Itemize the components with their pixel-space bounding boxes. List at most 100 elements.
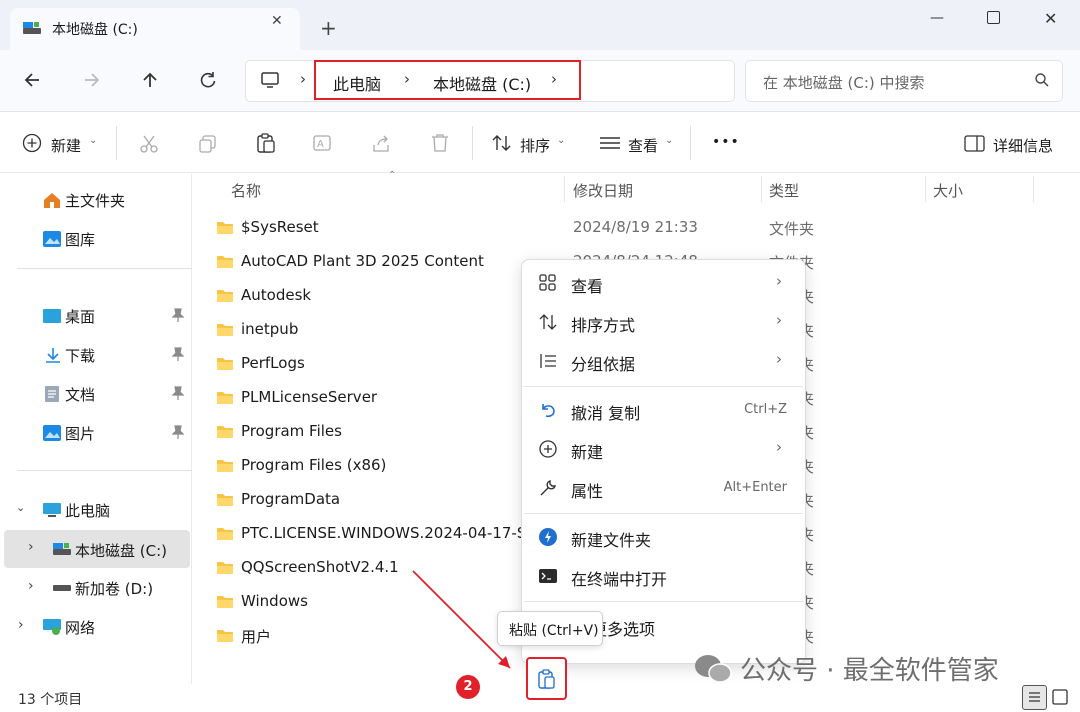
column-divider[interactable] (761, 176, 762, 202)
undo-icon (538, 400, 558, 420)
folder-icon (216, 356, 234, 371)
column-header-name[interactable]: 名称 (231, 180, 261, 201)
new-tab-button[interactable]: + (320, 16, 337, 40)
pin-icon[interactable] (172, 347, 184, 361)
sidebar-item-label: 文档 (65, 386, 96, 404)
copy-icon[interactable] (197, 133, 219, 155)
new-icon (538, 439, 558, 459)
sidebar-item-new-volume[interactable]: › 新加卷 (D:) (0, 570, 190, 606)
column-divider[interactable] (925, 176, 926, 202)
cut-icon[interactable] (138, 133, 160, 155)
drive-icon (52, 541, 72, 557)
watermark-text: 公众号 · 最全软件管家 (740, 656, 999, 686)
sidebar-item-documents[interactable]: 文档 (0, 376, 190, 412)
chevron-right-icon[interactable]: › (28, 578, 34, 594)
chevron-down-icon[interactable]: ⌄ (16, 501, 25, 514)
menu-item-sort[interactable]: 排序方式 › (522, 303, 805, 342)
folder-icon (216, 594, 234, 609)
menu-item-open-terminal[interactable]: 在终端中打开 (522, 557, 805, 596)
drive-icon (52, 583, 72, 593)
details-view-button[interactable] (1022, 685, 1047, 710)
minimize-button[interactable]: — (930, 10, 944, 26)
pin-icon[interactable] (172, 386, 184, 400)
close-button[interactable]: ✕ (1044, 9, 1057, 28)
table-row[interactable]: $SysReset 2024/8/19 21:33 文件夹 (200, 212, 1060, 244)
tiles-view-button[interactable] (1051, 688, 1069, 706)
breadcrumb-this-pc[interactable]: 此电脑 (333, 71, 381, 95)
menu-item-properties[interactable]: 属性 Alt+Enter (522, 469, 805, 508)
details-pane-icon[interactable] (964, 135, 986, 153)
chevron-right-icon[interactable]: › (18, 617, 24, 633)
sidebar-item-label: 此电脑 (65, 502, 111, 520)
chevron-right-icon[interactable]: › (404, 70, 410, 88)
sidebar-item-desktop[interactable]: 桌面 (0, 298, 190, 334)
paste-icon[interactable] (255, 132, 277, 154)
file-name: PTC.LICENSE.WINDOWS.2024-04-17-SSQ (241, 524, 548, 542)
folder-icon (216, 322, 234, 337)
breadcrumb-local-disk[interactable]: 本地磁盘 (C:) (433, 71, 531, 95)
sidebar-item-label: 图库 (65, 231, 96, 249)
menu-item-undo-copy[interactable]: 撤消 复制 Ctrl+Z (522, 391, 805, 430)
sidebar-divider (17, 470, 192, 471)
chevron-down-icon[interactable]: ⌄ (557, 135, 565, 146)
chevron-down-icon[interactable]: ⌄ (89, 135, 97, 146)
gallery-icon (42, 230, 62, 248)
menu-item-new[interactable]: 新建 › (522, 430, 805, 469)
menu-item-label: 排序方式 (571, 316, 636, 335)
column-divider[interactable] (564, 176, 565, 202)
share-icon[interactable] (371, 133, 393, 155)
sort-button[interactable]: 排序 (520, 135, 550, 156)
tab-close-icon[interactable]: ✕ (271, 13, 283, 29)
folder-icon (216, 526, 234, 541)
folder-icon (216, 560, 234, 575)
more-options-button[interactable]: ••• (712, 134, 740, 150)
sidebar-item-downloads[interactable]: 下载 (0, 337, 190, 373)
computer-icon (260, 70, 280, 90)
column-divider[interactable] (1033, 176, 1034, 202)
menu-item-label: 撤消 复制 (571, 404, 641, 423)
menu-item-group[interactable]: 分组依据 › (522, 342, 805, 381)
menu-divider (524, 386, 803, 387)
new-icon[interactable] (22, 133, 42, 153)
file-name: Windows (241, 592, 308, 610)
menu-item-new-folder[interactable]: 新建文件夹 (522, 518, 805, 557)
folder-icon (216, 628, 234, 643)
toolbar-divider (116, 126, 117, 160)
maximize-button[interactable] (987, 11, 1000, 24)
sidebar-item-local-disk[interactable]: › 本地磁盘 (C:) (4, 530, 190, 568)
column-header-type[interactable]: 类型 (769, 180, 799, 201)
new-button[interactable]: 新建 (51, 135, 81, 156)
chevron-right-icon[interactable]: › (551, 70, 557, 88)
chevron-right-icon[interactable]: › (28, 539, 34, 555)
sidebar-item-gallery[interactable]: 图库 (0, 221, 190, 257)
sidebar-item-home[interactable]: 主文件夹 (0, 182, 190, 218)
column-header-modified[interactable]: 修改日期 (573, 180, 633, 201)
pin-icon[interactable] (172, 308, 184, 322)
grid-icon (538, 273, 558, 293)
chevron-down-icon[interactable]: ⌄ (665, 135, 673, 146)
chevron-right-icon: › (776, 350, 782, 368)
view-button[interactable]: 查看 (628, 135, 658, 156)
network-icon (42, 618, 62, 636)
pin-icon[interactable] (172, 425, 184, 439)
menu-item-view[interactable]: 查看 › (522, 264, 805, 303)
forward-icon[interactable] (82, 70, 102, 90)
delete-icon[interactable] (429, 132, 451, 154)
chevron-right-icon: › (776, 272, 782, 290)
folder-icon (216, 492, 234, 507)
view-icon[interactable] (599, 136, 621, 150)
sidebar-item-this-pc[interactable]: ⌄ 此电脑 (0, 492, 190, 528)
column-header-size[interactable]: 大小 (933, 180, 963, 201)
back-icon[interactable] (22, 70, 42, 90)
sidebar-item-network[interactable]: › 网络 (0, 609, 190, 645)
refresh-icon[interactable] (198, 70, 218, 90)
up-icon[interactable] (140, 70, 160, 90)
details-button[interactable]: 详细信息 (993, 135, 1053, 156)
sort-icon[interactable] (491, 133, 513, 153)
search-icon[interactable] (1034, 72, 1050, 88)
sidebar-item-pictures[interactable]: 图片 (0, 415, 190, 451)
chevron-right-icon[interactable]: › (300, 70, 306, 88)
file-name: 用户 (241, 628, 272, 646)
file-name: QQScreenShotV2.4.1 (241, 558, 399, 576)
rename-icon[interactable]: A (312, 132, 334, 154)
